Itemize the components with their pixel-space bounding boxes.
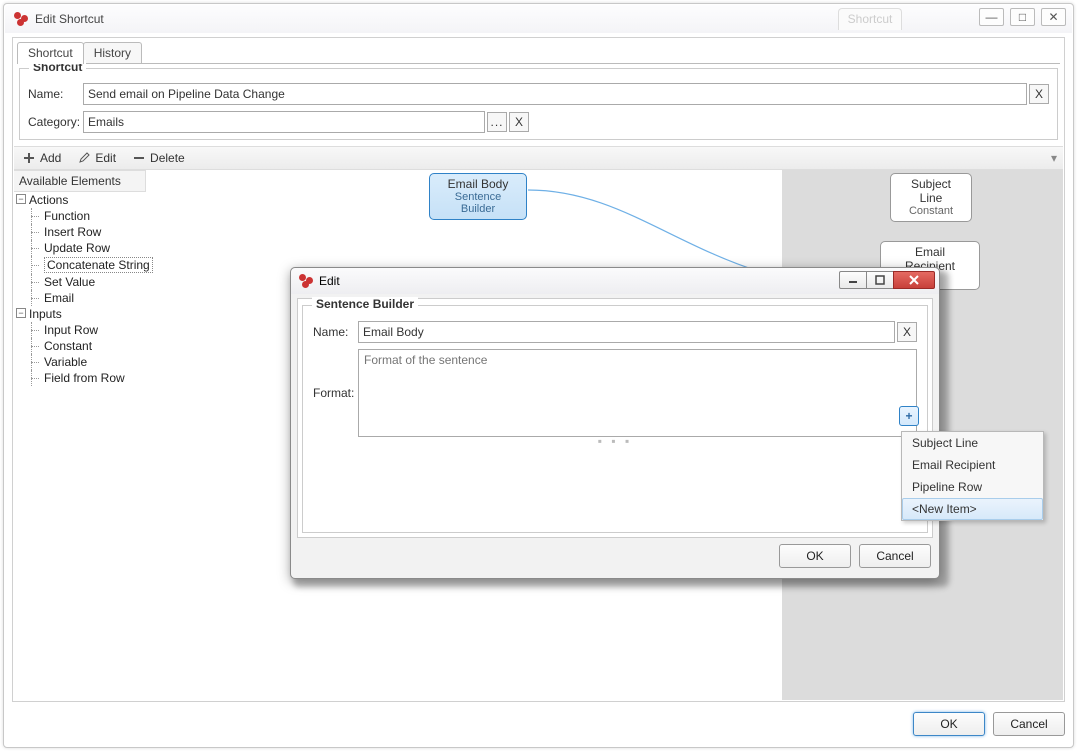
dropdown-item-email-recipient[interactable]: Email Recipient xyxy=(902,454,1043,476)
minimize-icon xyxy=(848,275,858,285)
tree-item-constant[interactable]: Constant xyxy=(14,338,146,354)
minus-icon xyxy=(132,151,146,165)
dialog-maximize-button[interactable] xyxy=(866,271,894,289)
tab-strip: Shortcut History xyxy=(17,42,141,64)
edit-dialog: Edit Sentence Builder Name: X xyxy=(290,267,940,579)
category-label: Category: xyxy=(28,115,83,129)
node-subject-line[interactable]: Subject Line Constant xyxy=(890,173,972,222)
dialog-name-input[interactable] xyxy=(358,321,895,343)
dialog-titlebar: Edit xyxy=(291,268,939,294)
dialog-client: Sentence Builder Name: X Format: + ▪ ▪ ▪ xyxy=(297,298,933,538)
window-minimize-button[interactable]: — xyxy=(979,8,1004,26)
tree-item-insert-row[interactable]: Insert Row xyxy=(14,224,146,240)
variable-dropdown: Subject Line Email Recipient Pipeline Ro… xyxy=(901,431,1044,521)
name-label: Name: xyxy=(28,87,83,101)
tab-shortcut[interactable]: Shortcut xyxy=(17,42,84,64)
tree-item-update-row[interactable]: Update Row xyxy=(14,240,146,256)
add-variable-button[interactable]: + xyxy=(899,406,919,426)
tab-history[interactable]: History xyxy=(83,42,142,64)
dialog-ok-button[interactable]: OK xyxy=(779,544,851,568)
node-title: Email Body xyxy=(430,174,526,191)
main-footer: OK Cancel xyxy=(12,707,1065,741)
actions-label: Actions xyxy=(29,193,68,207)
dropdown-item-new-item[interactable]: <New Item> xyxy=(902,498,1043,520)
dialog-close-button[interactable] xyxy=(893,271,935,289)
tree-item-set-value[interactable]: Set Value xyxy=(14,274,146,290)
edit-label: Edit xyxy=(95,151,116,165)
dialog-title: Edit xyxy=(319,274,340,288)
tree-item-concatenate-string[interactable]: Concatenate String xyxy=(14,256,146,274)
main-titlebar: Edit Shortcut Shortcut — □ ✕ xyxy=(5,5,1072,33)
node-email-body[interactable]: Email Body Sentence Builder xyxy=(429,173,527,220)
tree-group-actions[interactable]: − Actions xyxy=(14,192,146,208)
maximize-icon xyxy=(875,275,885,285)
delete-label: Delete xyxy=(150,151,185,165)
dropdown-item-subject-line[interactable]: Subject Line xyxy=(902,432,1043,454)
category-browse-button[interactable]: ... xyxy=(487,112,507,132)
dialog-minimize-button[interactable] xyxy=(839,271,867,289)
dialog-format-input[interactable] xyxy=(358,349,917,437)
tree-item-email[interactable]: Email xyxy=(14,290,146,306)
dialog-name-label: Name: xyxy=(313,325,358,339)
dialog-footer: OK Cancel xyxy=(291,544,931,572)
name-input[interactable] xyxy=(83,83,1027,105)
app-icon xyxy=(299,274,313,288)
inputs-label: Inputs xyxy=(29,307,62,321)
collapse-icon[interactable]: − xyxy=(16,308,26,318)
canvas-toolbar: Add Edit Delete ▾ xyxy=(14,146,1063,170)
main-cancel-button[interactable]: Cancel xyxy=(993,712,1065,736)
add-button[interactable]: Add xyxy=(14,146,69,170)
main-ok-button[interactable]: OK xyxy=(913,712,985,736)
toolbar-overflow-icon[interactable]: ▾ xyxy=(1051,151,1057,165)
elements-sidebar: Available Elements − Actions Function In… xyxy=(14,170,146,700)
background-tab-ghost: Shortcut xyxy=(838,8,902,30)
dropdown-item-pipeline-row[interactable]: Pipeline Row xyxy=(902,476,1043,498)
tree-item-variable[interactable]: Variable xyxy=(14,354,146,370)
tree-item-function[interactable]: Function xyxy=(14,208,146,224)
close-icon xyxy=(908,275,920,285)
window-title: Edit Shortcut xyxy=(35,12,104,26)
pencil-icon xyxy=(77,151,91,165)
category-input[interactable] xyxy=(83,111,485,133)
dialog-name-clear-button[interactable]: X xyxy=(897,322,917,342)
node-subtitle: Constant xyxy=(891,205,971,221)
shortcut-groupbox: Shortcut Name: X Category: ... X xyxy=(19,68,1058,140)
delete-button[interactable]: Delete xyxy=(124,146,193,170)
sentence-builder-group: Sentence Builder Name: X Format: + ▪ ▪ ▪ xyxy=(302,305,928,533)
app-icon xyxy=(13,11,29,27)
tree-group-inputs[interactable]: − Inputs xyxy=(14,306,146,322)
tree-item-input-row[interactable]: Input Row xyxy=(14,322,146,338)
node-subtitle: Sentence Builder xyxy=(430,191,526,219)
node-title: Subject Line xyxy=(891,174,971,205)
edit-button[interactable]: Edit xyxy=(69,146,124,170)
name-clear-button[interactable]: X xyxy=(1029,84,1049,104)
window-close-button[interactable]: ✕ xyxy=(1041,8,1066,26)
add-label: Add xyxy=(40,151,61,165)
collapse-icon[interactable]: − xyxy=(16,194,26,204)
plus-icon xyxy=(22,151,36,165)
window-maximize-button[interactable]: □ xyxy=(1010,8,1035,26)
tab-underline xyxy=(17,63,1060,64)
resize-grip-icon[interactable]: ▪ ▪ ▪ xyxy=(598,434,632,534)
dialog-format-label: Format: xyxy=(313,386,358,400)
sidebar-header: Available Elements xyxy=(14,170,146,192)
category-clear-button[interactable]: X xyxy=(509,112,529,132)
tree-item-field-from-row[interactable]: Field from Row xyxy=(14,370,146,386)
dialog-cancel-button[interactable]: Cancel xyxy=(859,544,931,568)
